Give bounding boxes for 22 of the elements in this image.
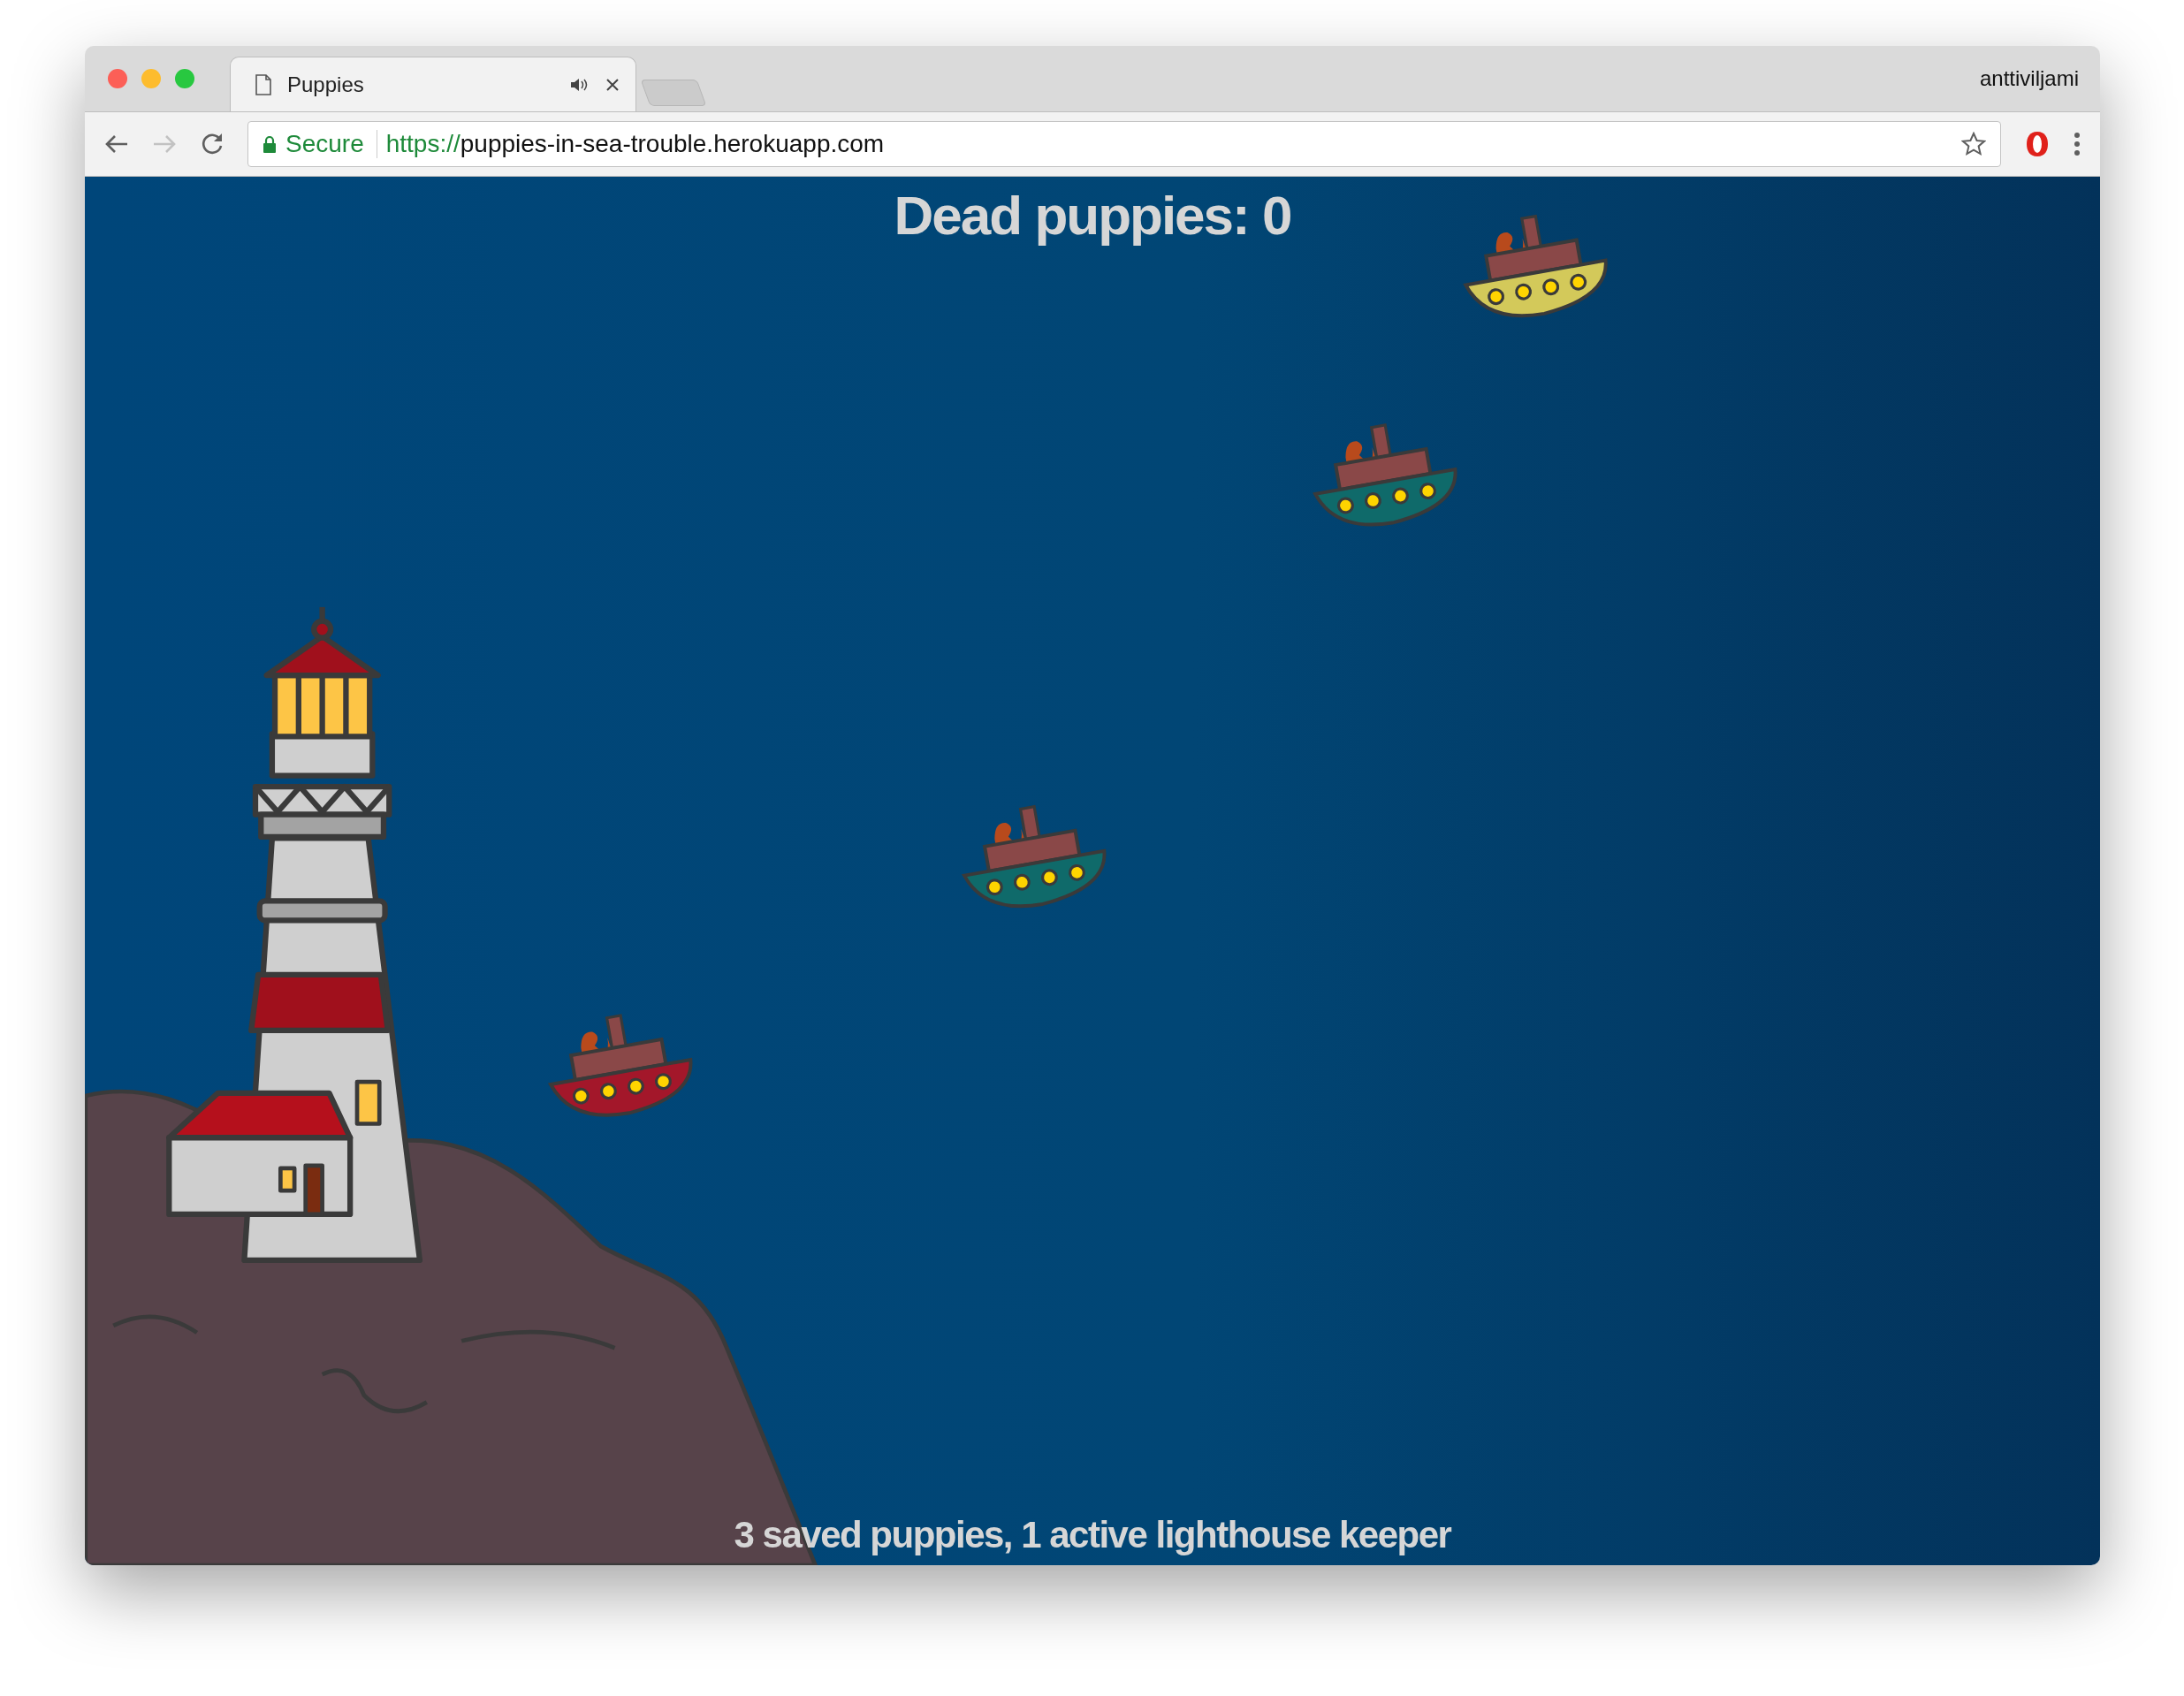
security-label: Secure — [285, 130, 377, 158]
back-button[interactable] — [104, 133, 129, 155]
game-canvas[interactable]: Dead puppies: 0 3 saved puppies, 1 active lighthouse keeper — [85, 177, 2100, 1565]
address-bar[interactable]: Secure https://puppies-in-sea-trouble.herokuapp.com — [247, 121, 2001, 167]
dead-puppies-counter: Dead puppies: 0 — [894, 184, 1291, 247]
document-icon — [255, 73, 271, 95]
lock-icon — [263, 135, 277, 153]
browser-tab[interactable]: Puppies — [230, 57, 636, 111]
boat-drawing[interactable] — [549, 1014, 693, 1117]
boat-drawing[interactable] — [963, 804, 1107, 909]
status-text: 3 saved puppies, 1 active lighthouse keeper — [734, 1514, 1451, 1556]
boat-drawing[interactable] — [1464, 214, 1608, 318]
boat-drawing[interactable] — [1313, 423, 1457, 527]
star-icon[interactable] — [1961, 132, 1986, 156]
reload-button[interactable] — [200, 132, 224, 156]
tab-title: Puppies — [287, 72, 365, 97]
profile-name[interactable]: anttiviljami — [1979, 66, 2100, 91]
shield-icon[interactable] — [2024, 130, 2051, 158]
url-text: https://puppies-in-sea-trouble.herokuapp.com — [385, 130, 885, 158]
speaker-icon[interactable] — [570, 76, 590, 93]
close-icon[interactable] — [605, 77, 620, 92]
more-icon[interactable] — [2074, 132, 2081, 156]
